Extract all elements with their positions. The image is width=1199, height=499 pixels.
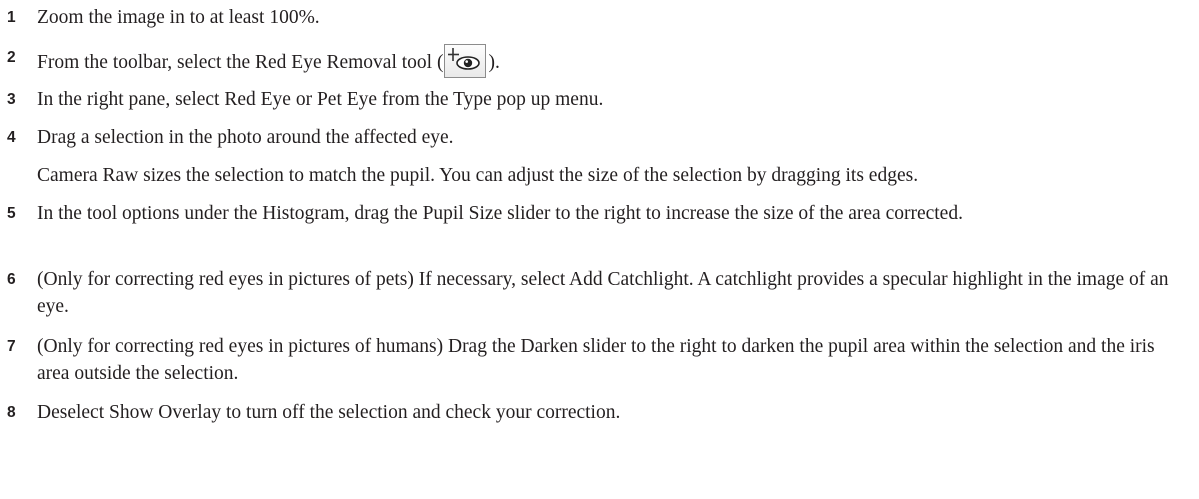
step-text: From the toolbar, select the Red Eye Rem… <box>37 44 1197 78</box>
step-number: 3 <box>7 91 16 108</box>
step-text-after-icon: ). <box>488 52 500 73</box>
step-number: 5 <box>7 205 16 222</box>
step-number: 8 <box>7 404 16 421</box>
step-text: Zoom the image in to at least 100%. <box>37 7 320 28</box>
step-note: Camera Raw sizes the selection to match … <box>37 165 919 186</box>
step-number: 4 <box>7 129 16 146</box>
step-number: 2 <box>7 49 16 66</box>
step-text: In the right pane, select Red Eye or Pet… <box>37 89 604 110</box>
step-text: Drag a selection in the photo around the… <box>37 127 454 148</box>
red-eye-removal-icon <box>444 44 487 78</box>
step-text: (Only for correcting red eyes in picture… <box>37 269 1169 317</box>
step-text: In the tool options under the Histogram,… <box>37 203 963 224</box>
step-text: (Only for correcting red eyes in picture… <box>37 336 1155 384</box>
step-number: 1 <box>7 9 16 26</box>
step-text-before-icon: From the toolbar, select the Red Eye Rem… <box>37 52 444 73</box>
step-text: Deselect Show Overlay to turn off the se… <box>37 402 621 423</box>
step-number: 7 <box>7 338 16 355</box>
step-number: 6 <box>7 271 16 288</box>
